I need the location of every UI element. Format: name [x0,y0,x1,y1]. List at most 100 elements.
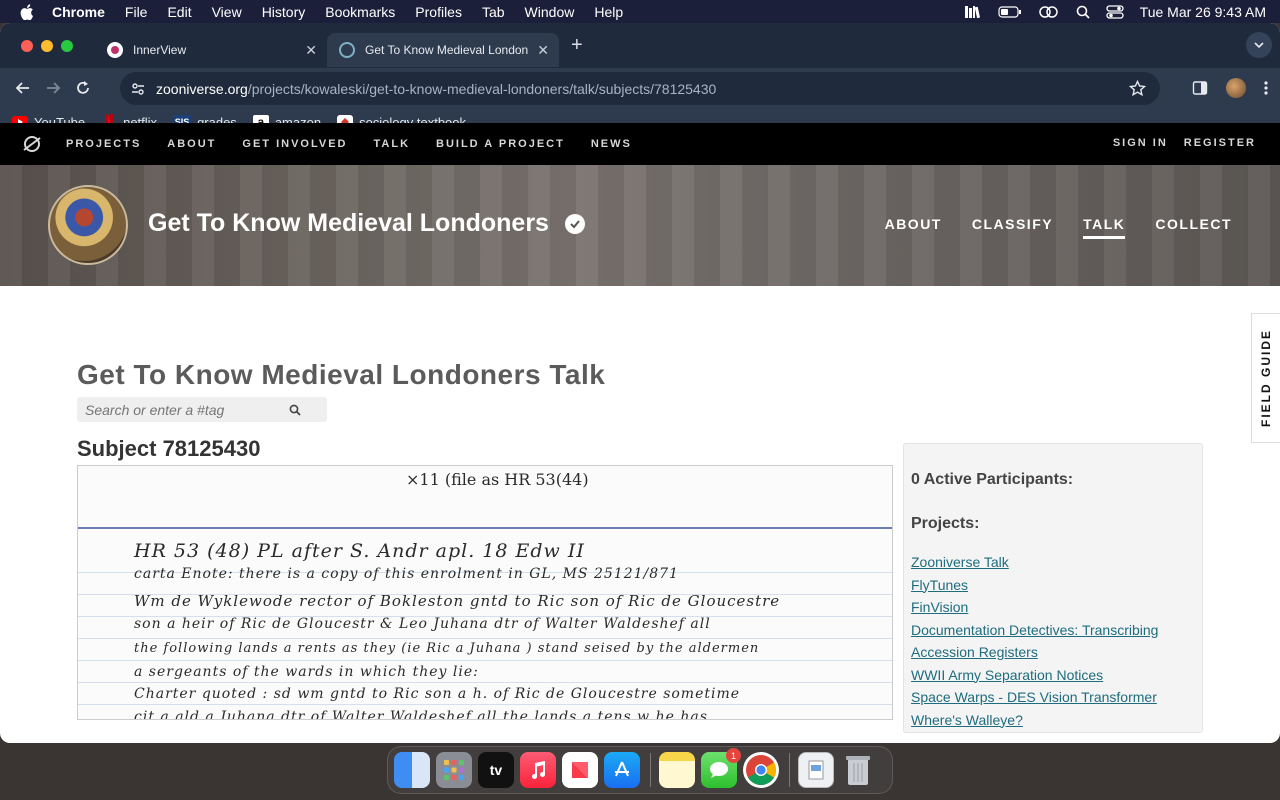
messages-icon[interactable]: 1 [701,748,741,788]
innerview-favicon-icon [107,42,123,58]
nav-build-a-project[interactable]: BUILD A PROJECT [436,138,565,150]
address-bar[interactable]: zooniverse.org/projects/kowaleski/get-to… [120,72,1160,105]
url-path: /projects/kowaleski/get-to-know-medieval… [247,80,717,97]
project-link[interactable]: Where's Walleye? [911,709,1202,732]
chrome-icon[interactable] [743,752,779,788]
toolbar-right [1192,78,1268,98]
close-tab-icon[interactable]: ✕ [305,42,317,59]
menu-window[interactable]: Window [525,4,575,20]
handwriting-line: the following lands a rents as they (ie … [134,641,760,656]
tab-innerview[interactable]: InnerView ✕ [95,33,327,67]
nav-news[interactable]: NEWS [591,138,632,150]
close-window-button[interactable] [21,39,33,52]
page-rule [78,682,892,683]
project-link[interactable]: WWII Army Separation Notices [911,664,1202,687]
nav-projects[interactable]: PROJECTS [66,138,141,150]
projects-list: Zooniverse Talk FlyTunes FinVision Docum… [911,551,1202,731]
menu-history[interactable]: History [262,4,306,20]
profile-avatar[interactable] [1226,78,1246,98]
nav-get-involved[interactable]: GET INVOLVED [242,138,347,150]
tab-search-button[interactable] [1246,32,1272,58]
subject-image[interactable]: ×11 (file as HR 53(44) HR 53 (48) PL aft… [77,465,893,720]
battery-icon[interactable] [998,5,1022,19]
tab-title: Get To Know Medieval London [365,43,529,57]
control-center-icon[interactable] [1106,4,1124,19]
handwriting-line: a sergeants of the wards in which they l… [134,664,479,680]
project-nav-collect[interactable]: COLLECT [1155,216,1232,239]
bookmark-star-icon[interactable] [1129,80,1146,97]
apple-icon[interactable] [20,3,34,20]
menu-view[interactable]: View [212,4,242,20]
tab-medieval-londoners[interactable]: Get To Know Medieval London ✕ [327,33,559,67]
project-link[interactable]: Documentation Detectives: Transcribing A… [911,619,1196,664]
nav-about[interactable]: ABOUT [167,138,216,150]
zooniverse-logo-icon[interactable] [22,134,42,154]
search-icon[interactable] [1076,5,1090,19]
field-guide-label: FIELD GUIDE [1259,328,1274,428]
trash-icon[interactable] [840,752,876,788]
chevron-down-icon [1254,42,1264,49]
tab-strip: InnerView ✕ Get To Know Medieval London … [0,23,1280,68]
auth-links: SIGN IN REGISTER [1113,137,1256,149]
search-icon[interactable] [289,404,301,416]
talk-search [77,397,327,422]
window-controls [21,39,73,52]
talk-title: Get To Know Medieval Londoners Talk [77,359,606,390]
sign-in-link[interactable]: SIGN IN [1113,137,1168,149]
menu-tab[interactable]: Tab [482,4,505,20]
browser-toolbar: zooniverse.org/projects/kowaleski/get-to… [0,68,1280,108]
nav-talk[interactable]: TALK [374,138,411,150]
macos-dock: tv 1 [387,746,893,794]
field-guide-tab[interactable]: FIELD GUIDE [1251,313,1280,443]
active-participants: 0 Active Participants: [911,471,1074,488]
tab-title: InnerView [133,43,187,57]
site-settings-icon[interactable] [130,81,146,97]
new-tab-button[interactable]: + [571,34,583,57]
menu-file[interactable]: File [125,4,148,20]
finder-icon[interactable] [394,752,430,788]
menu-chrome[interactable]: Chrome [52,4,105,20]
minimize-window-button[interactable] [41,39,53,52]
messages-badge: 1 [726,748,741,763]
project-link[interactable]: FlyTunes [911,574,1202,597]
reload-icon[interactable] [74,79,92,97]
launchpad-icon[interactable] [436,752,472,788]
talk-search-input[interactable] [77,401,277,418]
app-store-icon[interactable] [604,752,640,788]
apple-tv-icon[interactable]: tv [478,752,514,788]
project-title[interactable]: Get To Know Medieval Londoners [148,209,549,238]
side-panel-icon[interactable] [1192,80,1208,96]
zooniverse-favicon-icon [339,42,355,58]
news-icon[interactable] [562,752,598,788]
project-nav-about[interactable]: ABOUT [885,216,942,239]
close-tab-icon[interactable]: ✕ [537,42,549,59]
project-link[interactable]: FinVision [911,596,1202,619]
project-link[interactable]: Zooniverse Talk [911,551,1202,574]
project-link[interactable]: Space Warps - DES Vision Transformer [911,686,1202,709]
menubar-clock[interactable]: Tue Mar 26 9:43 AM [1140,4,1266,20]
menu-help[interactable]: Help [594,4,623,20]
menu-profiles[interactable]: Profiles [415,4,462,20]
handwriting-line: Wm de Wyklewode rector of Bokleston gntd… [134,592,781,610]
handwriting-line: carta Enote: there is a copy of this enr… [134,566,679,582]
maximize-window-button[interactable] [61,39,73,52]
project-nav-classify[interactable]: CLASSIFY [972,216,1053,239]
menu-bookmarks[interactable]: Bookmarks [325,4,395,20]
screen-mirroring-icon[interactable] [1038,5,1060,19]
notes-icon[interactable] [659,752,695,788]
forward-icon[interactable] [44,79,62,97]
url-text[interactable]: zooniverse.org/projects/kowaleski/get-to… [156,81,716,97]
register-link[interactable]: REGISTER [1184,137,1256,149]
preview-icon[interactable] [798,752,834,788]
page-rule [78,704,892,705]
more-menu-icon[interactable] [1264,80,1268,96]
handwriting-line: cit a ald a Juhana dtr of Walter Waldesh… [134,709,708,720]
back-icon[interactable] [14,79,32,97]
music-icon[interactable] [520,752,556,788]
project-avatar[interactable] [48,185,128,265]
project-nav-talk[interactable]: TALK [1083,216,1126,239]
project-header: Get To Know Medieval Londoners ABOUT CLA… [0,165,1280,286]
talk-sidebar: 0 Active Participants: Projects: Zoonive… [903,443,1203,733]
menu-edit[interactable]: Edit [167,4,191,20]
library-icon[interactable] [964,5,982,19]
